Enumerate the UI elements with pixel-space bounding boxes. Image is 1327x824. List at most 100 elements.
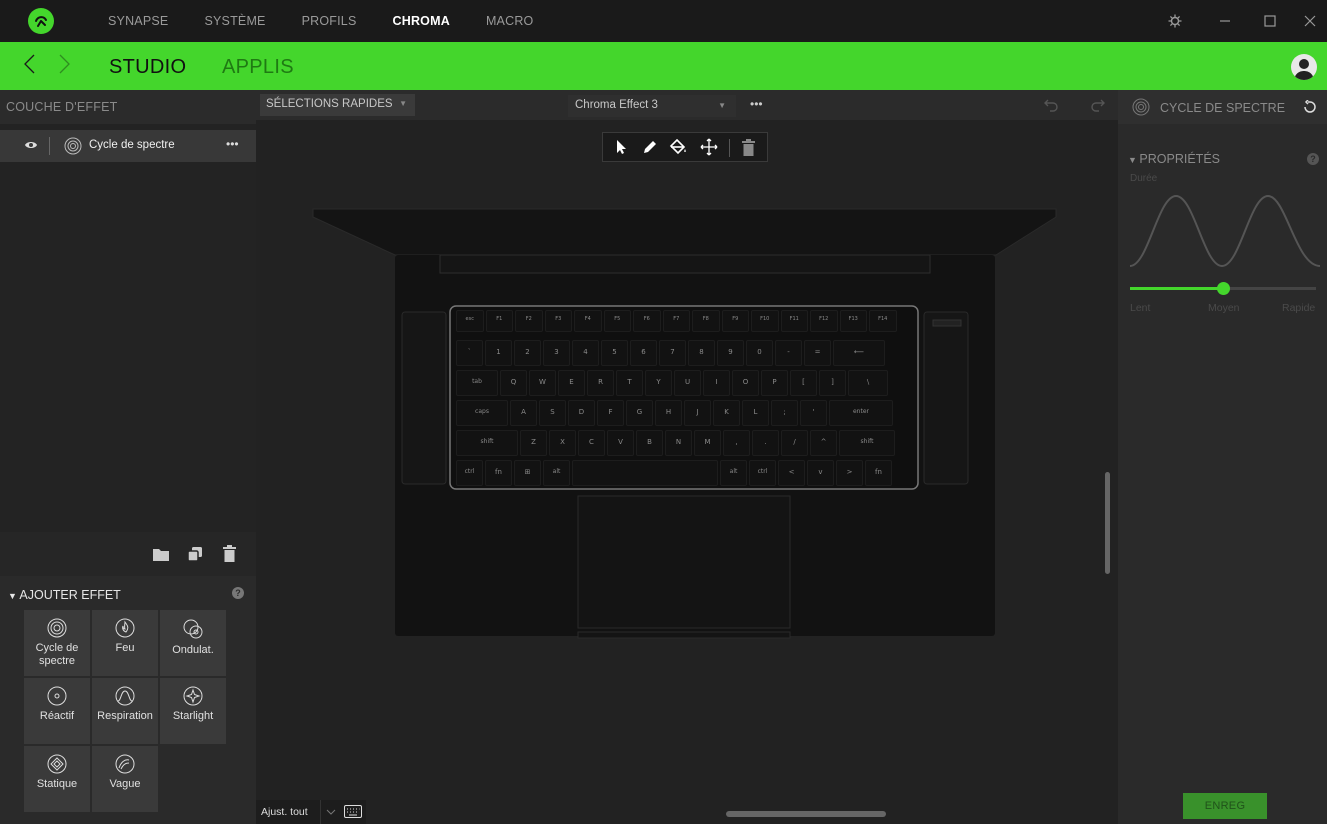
keyboard-key[interactable]: F4: [574, 310, 602, 332]
keyboard-key[interactable]: U: [674, 370, 701, 396]
settings-gear-icon[interactable]: [1157, 0, 1193, 42]
keyboard-key[interactable]: H: [655, 400, 682, 426]
vertical-scrollbar[interactable]: [1105, 472, 1110, 574]
keyboard-key[interactable]: enter: [829, 400, 893, 426]
keyboard-key[interactable]: Z: [520, 430, 547, 456]
effect-tile-breathing[interactable]: Respiration: [92, 678, 158, 744]
nav-systeme[interactable]: SYSTÈME: [204, 14, 265, 28]
keyboard-key[interactable]: fn: [485, 460, 512, 486]
keyboard-key[interactable]: alt: [543, 460, 570, 486]
keyboard-key[interactable]: tab: [456, 370, 498, 396]
effect-tile-fire[interactable]: Feu: [92, 610, 158, 676]
effect-tile-starlight[interactable]: Starlight: [160, 678, 226, 744]
keyboard-key[interactable]: -: [775, 340, 802, 366]
minimize-icon[interactable]: [1207, 0, 1243, 42]
tab-studio[interactable]: STUDIO: [109, 56, 186, 79]
keyboard-key[interactable]: <: [778, 460, 805, 486]
keyboard-key[interactable]: ]: [819, 370, 846, 396]
properties-toggle[interactable]: ▼ PROPRIÉTÉS: [1128, 152, 1220, 166]
horizontal-scrollbar[interactable]: [726, 811, 886, 817]
eye-icon[interactable]: [24, 139, 38, 151]
keyboard-key[interactable]: N: [665, 430, 692, 456]
keyboard-key[interactable]: /: [781, 430, 808, 456]
nav-chroma[interactable]: CHROMA: [392, 14, 449, 28]
keyboard-key[interactable]: esc: [456, 310, 484, 332]
fit-all-dropdown[interactable]: [320, 800, 340, 824]
keyboard-key[interactable]: \: [848, 370, 888, 396]
keyboard-key[interactable]: E: [558, 370, 585, 396]
trash-icon[interactable]: [742, 139, 755, 156]
keyboard-key[interactable]: F12: [810, 310, 838, 332]
keyboard-key[interactable]: ctrl: [749, 460, 776, 486]
layer-menu-button[interactable]: •••: [226, 137, 239, 151]
keyboard-key[interactable]: >: [836, 460, 863, 486]
fill-bucket-icon[interactable]: [669, 139, 687, 155]
keyboard-key[interactable]: R: [587, 370, 614, 396]
keyboard-key[interactable]: `: [456, 340, 483, 366]
keyboard-key[interactable]: F3: [544, 310, 572, 332]
keyboard-key[interactable]: S: [539, 400, 566, 426]
keyboard-key[interactable]: Y: [645, 370, 672, 396]
duplicate-icon[interactable]: [187, 546, 203, 562]
keyboard-key[interactable]: I: [703, 370, 730, 396]
keyboard-key[interactable]: [572, 460, 718, 486]
reset-icon[interactable]: [1303, 100, 1317, 114]
quick-select-dropdown[interactable]: SÉLECTIONS RAPIDES ▼: [260, 94, 415, 116]
keyboard-key[interactable]: L: [742, 400, 769, 426]
keyboard-key[interactable]: ⟵: [833, 340, 885, 366]
effect-tile-static[interactable]: Statique: [24, 746, 90, 812]
cursor-select-icon[interactable]: [616, 139, 628, 155]
keyboard-key[interactable]: F9: [721, 310, 749, 332]
keyboard-key[interactable]: F7: [662, 310, 690, 332]
help-icon[interactable]: ?: [232, 587, 244, 599]
keyboard-key[interactable]: 0: [746, 340, 773, 366]
keyboard-key[interactable]: 8: [688, 340, 715, 366]
keyboard-key[interactable]: v: [807, 460, 834, 486]
keyboard-key[interactable]: ,: [723, 430, 750, 456]
effect-tile-ripple[interactable]: Ondulat.: [160, 610, 226, 676]
keyboard-key[interactable]: C: [578, 430, 605, 456]
keyboard-key[interactable]: 7: [659, 340, 686, 366]
keyboard-key[interactable]: F13: [839, 310, 867, 332]
keyboard-key[interactable]: V: [607, 430, 634, 456]
keyboard-key[interactable]: shift: [839, 430, 895, 456]
keyboard-key[interactable]: 4: [572, 340, 599, 366]
keyboard-key[interactable]: ;: [771, 400, 798, 426]
help-icon[interactable]: ?: [1307, 153, 1319, 165]
redo-icon[interactable]: [1090, 96, 1106, 117]
keyboard-key[interactable]: F: [597, 400, 624, 426]
folder-icon[interactable]: [153, 548, 169, 561]
keyboard-key[interactable]: T: [616, 370, 643, 396]
keyboard-key[interactable]: 9: [717, 340, 744, 366]
pencil-icon[interactable]: [642, 139, 658, 155]
keyboard-key[interactable]: F2: [515, 310, 543, 332]
keyboard-key[interactable]: F14: [869, 310, 897, 332]
effect-tile-wave[interactable]: Vague: [92, 746, 158, 812]
keyboard-key[interactable]: ⊞: [514, 460, 541, 486]
keyboard-key[interactable]: F8: [692, 310, 720, 332]
save-button[interactable]: ENREG: [1183, 793, 1267, 819]
keyboard-key[interactable]: F10: [751, 310, 779, 332]
keyboard-key[interactable]: caps: [456, 400, 508, 426]
keyboard-icon[interactable]: [344, 805, 362, 823]
move-icon[interactable]: [700, 138, 718, 156]
nav-profils[interactable]: PROFILS: [302, 14, 357, 28]
tab-applis[interactable]: APPLIS: [222, 56, 294, 79]
undo-icon[interactable]: [1043, 96, 1059, 117]
razer-logo-icon[interactable]: [28, 8, 54, 34]
keyboard-key[interactable]: alt: [720, 460, 747, 486]
avatar[interactable]: [1291, 54, 1317, 80]
keyboard-key[interactable]: B: [636, 430, 663, 456]
effect-tile-spectrum[interactable]: Cycle de spectre: [24, 610, 90, 676]
add-effect-toggle[interactable]: ▼ AJOUTER EFFET: [8, 588, 121, 602]
keyboard-key[interactable]: 1: [485, 340, 512, 366]
keyboard-key[interactable]: Q: [500, 370, 527, 396]
keyboard-key[interactable]: K: [713, 400, 740, 426]
keyboard-key[interactable]: 3: [543, 340, 570, 366]
keyboard-key[interactable]: shift: [456, 430, 518, 456]
forward-arrow-icon[interactable]: [58, 52, 72, 83]
keyboard-key[interactable]: D: [568, 400, 595, 426]
keyboard-key[interactable]: 2: [514, 340, 541, 366]
keyboard-key[interactable]: F5: [603, 310, 631, 332]
effect-tile-reactive[interactable]: Réactif: [24, 678, 90, 744]
